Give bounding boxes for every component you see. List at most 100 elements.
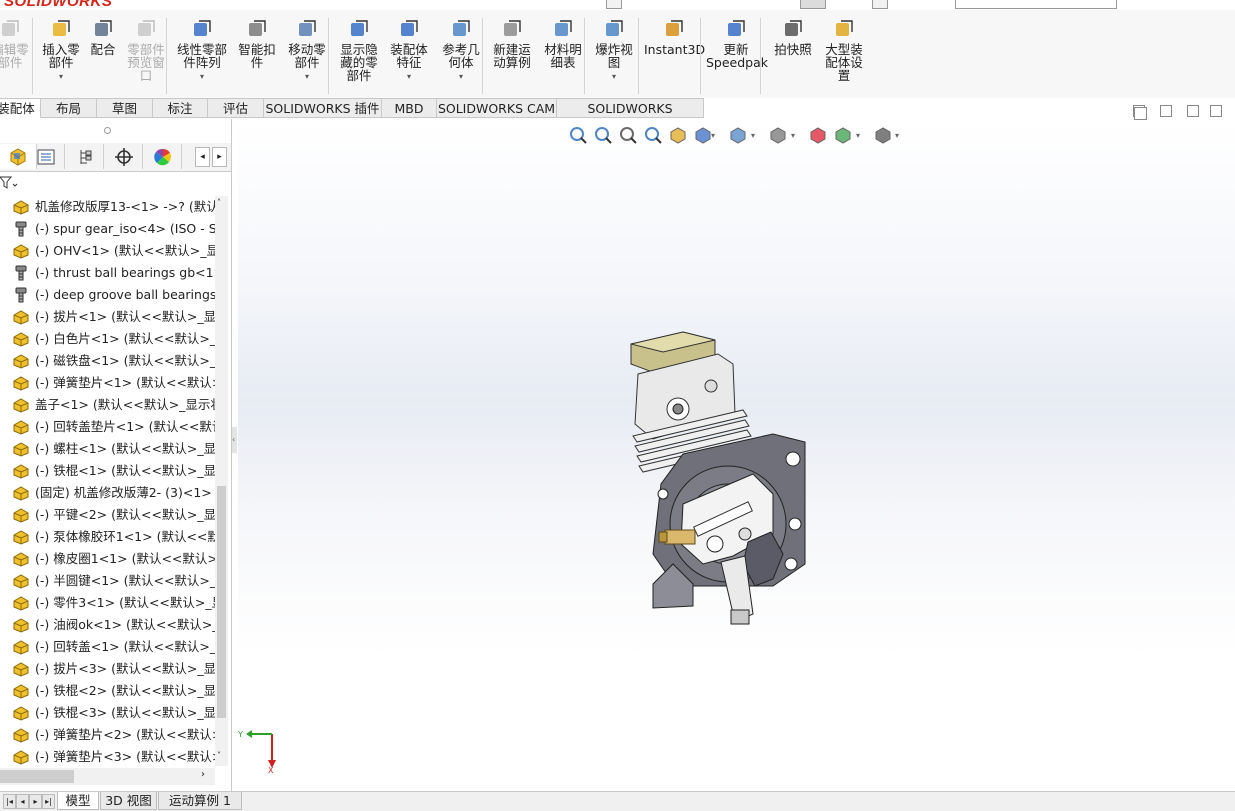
dynamic-annotation-icon[interactable] — [668, 125, 688, 145]
tree-item[interactable]: (-) spur gear_iso<4> (ISO - Sp — [0, 218, 215, 240]
quick-access-button[interactable] — [606, 0, 622, 9]
bottom-tab-2[interactable]: 运动算例 1 — [158, 792, 242, 810]
large-assembly-button[interactable]: 大型装 配体设 置 — [818, 14, 870, 96]
dimxpert-icon[interactable] — [106, 144, 143, 169]
bom-button[interactable]: 材料明 细表 — [538, 14, 588, 96]
tree-item[interactable]: 盖子<1> (默认<<默认>_显示状态 — [0, 394, 215, 416]
tree-item[interactable]: (-) 弹簧垫片<1> (默认<<默认>_ — [0, 372, 215, 394]
chevron-down-icon[interactable]: ▾ — [895, 131, 899, 140]
instant3d-button[interactable]: Instant3D — [644, 14, 705, 96]
engine-assembly-model[interactable] — [623, 324, 813, 644]
section-view-icon[interactable] — [643, 125, 663, 145]
mate-button[interactable]: 配合 — [86, 14, 120, 96]
viewport-min-button[interactable] — [1187, 105, 1199, 117]
tree-item[interactable]: (-) 磁铁盘<1> (默认<<默认>_显 — [0, 350, 215, 372]
scroll-tabs-left-button[interactable]: ◂ — [195, 147, 210, 167]
chevron-down-icon[interactable]: ▾ — [711, 131, 715, 140]
vertical-scroll-thumb[interactable] — [217, 486, 226, 718]
tree-item[interactable]: (-) 铁棍<1> (默认<<默认>_显示 — [0, 460, 215, 482]
display-manager-icon[interactable] — [145, 144, 182, 169]
move-component-button[interactable]: 移动零 部件 ▾ — [282, 14, 332, 96]
property-manager-icon[interactable] — [28, 144, 65, 169]
tree-item[interactable]: (-) thrust ball bearings gb<1> — [0, 262, 215, 284]
zoom-to-area-icon[interactable] — [593, 125, 613, 145]
vertical-scrollbar[interactable]: ˄ ˅ — [215, 196, 228, 766]
tree-item[interactable]: (-) 螺柱<1> (默认<<默认>_显示 — [0, 438, 215, 460]
hide-show-icon[interactable] — [768, 125, 788, 145]
apply-scene-icon[interactable] — [833, 125, 853, 145]
tree-item[interactable]: (-) 拔片<3> (默认<<默认>_显示 — [0, 658, 215, 680]
snapshot-button[interactable]: 拍快照 — [768, 14, 818, 96]
tab-5[interactable]: SOLIDWORKS 插件 — [264, 98, 382, 118]
exploded-view-button[interactable]: 爆炸视 图 ▾ — [588, 14, 640, 96]
motion-study-button[interactable]: 新建运 动算例 — [486, 14, 538, 96]
chevron-down-icon[interactable]: ▾ — [282, 70, 332, 83]
chevron-down-icon[interactable]: ▾ — [172, 70, 232, 83]
tab-1[interactable]: 布局 — [41, 98, 97, 118]
smart-fastener-button[interactable]: 智能扣 件 — [232, 14, 282, 96]
configuration-manager-icon[interactable] — [67, 144, 104, 169]
chevron-down-icon[interactable]: ▾ — [751, 131, 755, 140]
insert-component-button[interactable]: 插入零 部件 ▾ — [38, 14, 84, 96]
horizontal-scrollbar[interactable]: › — [0, 768, 215, 785]
tree-item[interactable]: (-) 弹簧垫片<3> (默认<<默认>_ — [0, 746, 215, 766]
tab-3[interactable]: 标注 — [153, 98, 208, 118]
filter-icon[interactable] — [0, 176, 18, 190]
tree-item[interactable]: (-) 白色片<1> (默认<<默认>_显 — [0, 328, 215, 350]
quick-access-button[interactable] — [800, 0, 826, 9]
zoom-to-fit-icon[interactable] — [568, 125, 588, 145]
next-tab-button[interactable]: ▸ — [29, 794, 42, 809]
tree-item[interactable]: (-) 半圆键<1> (默认<<默认>_显 — [0, 570, 215, 592]
viewport-max-button[interactable] — [1210, 105, 1222, 117]
pane-grip[interactable] — [0, 119, 231, 143]
scroll-up-icon[interactable]: ˄ — [217, 198, 221, 207]
tree-item[interactable]: (-) 回转盖垫片<1> (默认<<默认 — [0, 416, 215, 438]
linear-pattern-button[interactable]: 线性零部 件阵列 ▾ — [172, 14, 232, 96]
window-tile-icon[interactable] — [1134, 107, 1147, 120]
first-tab-button[interactable]: |◂ — [3, 794, 16, 809]
tree-item[interactable]: (-) 弹簧垫片<2> (默认<<默认>_ — [0, 724, 215, 746]
bottom-tab-1[interactable]: 3D 视图 — [100, 792, 157, 810]
tab-7[interactable]: SOLIDWORKS CAM — [437, 98, 557, 118]
tab-2[interactable]: 草图 — [97, 98, 153, 118]
tree-item[interactable]: (-) 拔片<1> (默认<<默认>_显示 — [0, 306, 215, 328]
viewport-right-button[interactable] — [1160, 105, 1172, 117]
tab-8[interactable]: SOLIDWORKS Inspection — [557, 98, 704, 136]
collapse-pane-icon[interactable]: ‹ — [232, 427, 237, 453]
assembly-feature-button[interactable]: 装配体 特征 ▾ — [384, 14, 434, 96]
last-tab-button[interactable]: ▸| — [42, 794, 55, 809]
tree-item[interactable]: (-) 油阀ok<1> (默认<<默认>_显 — [0, 614, 215, 636]
chevron-down-icon[interactable]: ▾ — [588, 70, 640, 83]
pane-splitter[interactable]: ‹ — [231, 119, 238, 791]
view-settings-icon[interactable] — [873, 125, 893, 145]
display-style-icon[interactable] — [728, 125, 748, 145]
tree-item[interactable]: (-) 橡皮圈1<1> (默认<<默认>_显 — [0, 548, 215, 570]
tab-4[interactable]: 评估 — [208, 98, 264, 118]
chevron-down-icon[interactable]: ▾ — [38, 70, 84, 83]
horizontal-scroll-thumb[interactable] — [0, 770, 74, 783]
speedpak-button[interactable]: 更新 Speedpak — [706, 14, 768, 96]
tree-item[interactable]: (-) 零件3<1> (默认<<默认>_显示 — [0, 592, 215, 614]
search-input[interactable] — [955, 0, 1117, 9]
reference-geometry-button[interactable]: 参考几 何体 ▾ — [436, 14, 486, 96]
graphics-area[interactable]: ▾ ▾ ▾ ▾ ▾ X Y — [238, 107, 1235, 791]
scroll-tabs-right-button[interactable]: ▸ — [212, 147, 227, 167]
tab-6[interactable]: MBD — [382, 98, 437, 118]
chevron-down-icon[interactable]: ▾ — [384, 70, 434, 83]
tree-item[interactable]: (-) OHV<1> (默认<<默认>_显示 — [0, 240, 215, 262]
quick-access-button[interactable] — [872, 0, 888, 9]
show-hidden-button[interactable]: 显示隐 藏的零 部件 — [334, 14, 384, 96]
chevron-down-icon[interactable]: ▾ — [791, 131, 795, 140]
prev-tab-button[interactable]: ◂ — [16, 794, 29, 809]
tree-item[interactable]: (-) 铁棍<3> (默认<<默认>_显示 — [0, 702, 215, 724]
chevron-down-icon[interactable]: ▾ — [856, 131, 860, 140]
scroll-right-icon[interactable]: › — [201, 769, 205, 780]
tree-item[interactable]: (固定) 机盖修改版薄2- (3)<1> -> — [0, 482, 215, 504]
tree-item[interactable]: 机盖修改版厚13-<1> ->? (默认<< — [0, 196, 215, 218]
component-preview-button[interactable]: 零部件 预览窗 口 — [122, 14, 170, 96]
previous-view-icon[interactable] — [618, 125, 638, 145]
tree-item[interactable]: (-) deep groove ball bearings g — [0, 284, 215, 306]
tree-item[interactable]: (-) 平键<2> (默认<<默认>_显示 — [0, 504, 215, 526]
tree-item[interactable]: (-) 泵体橡胶环1<1> (默认<<默认 — [0, 526, 215, 548]
tree-item[interactable]: (-) 回转盖<1> (默认<<默认>_显 — [0, 636, 215, 658]
